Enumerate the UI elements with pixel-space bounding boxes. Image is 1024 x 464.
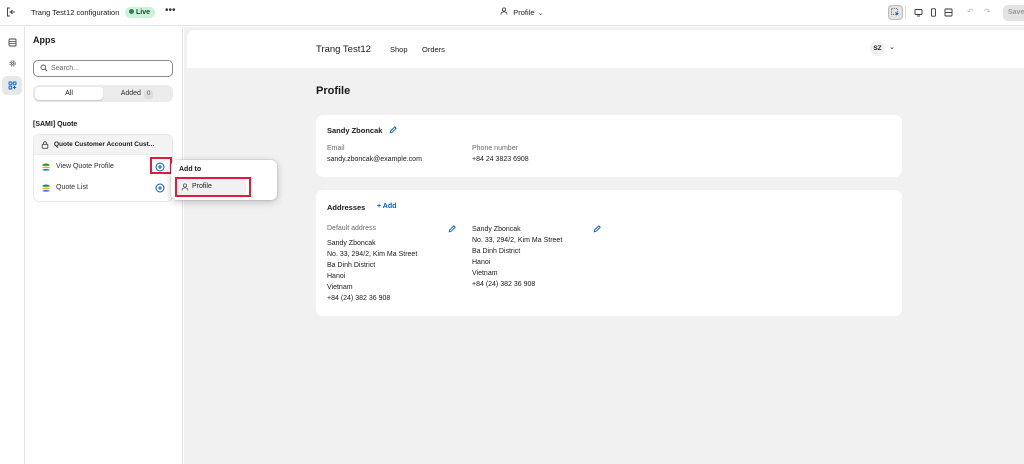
app-group-title: [SAMI] Quote <box>33 121 78 128</box>
app-logo-icon <box>41 183 51 193</box>
address-country: Vietnam <box>327 284 353 291</box>
inspector-toggle-button[interactable] <box>888 5 903 20</box>
email-value: sandy.zboncak@example.com <box>327 156 422 163</box>
top-bar: Trang Test12 configuration Live ••• Prof… <box>0 0 1024 26</box>
address-city: Hanoi <box>327 273 346 280</box>
search-icon <box>40 64 48 74</box>
address-country: Vietnam <box>472 270 498 277</box>
customer-card: Sandy Zboncak Email sandy.zboncak@exampl… <box>316 115 902 177</box>
store-header: Trang Test12 Shop Orders SZ ⌄ <box>187 30 1024 68</box>
address-phone: +84 (24) 382 36 908 <box>472 281 536 288</box>
store-name[interactable]: Trang Test12 <box>316 44 371 55</box>
phone-label: Phone number <box>472 145 518 152</box>
mobile-icon <box>931 8 936 17</box>
panel-title: Apps <box>33 35 56 45</box>
address-name: Sandy Zboncak <box>327 240 376 247</box>
exit-icon[interactable] <box>6 7 18 19</box>
page-selector[interactable]: Profile ⌄ <box>500 7 543 17</box>
default-address: Sandy Zboncak No. 33, 294/2, Kim Ma Stre… <box>327 238 417 304</box>
desktop-view-button[interactable] <box>911 5 926 20</box>
more-actions-button[interactable]: ••• <box>165 5 176 16</box>
apps-panel: Apps All Added0 [SAMI] Quote Quote Custo… <box>26 27 183 464</box>
default-address-label: Default address <box>327 225 377 232</box>
mobile-view-button[interactable] <box>926 5 941 20</box>
status-badge: Live <box>125 7 156 18</box>
add-address-link[interactable]: + Add <box>377 203 396 210</box>
highlight-annotation <box>175 177 251 197</box>
address-line1: No. 33, 294/2, Kim Ma Street <box>327 251 418 258</box>
list-item[interactable]: Quote List <box>34 178 172 198</box>
search-input[interactable] <box>51 63 169 74</box>
popover-title: Add to <box>179 166 202 173</box>
address-name: Sandy Zboncak <box>472 226 521 233</box>
apps-filter-tabs: All Added 0 <box>33 85 173 102</box>
phone-value: +84 24 3823 6908 <box>472 156 529 163</box>
person-icon <box>500 7 510 17</box>
address-line1: No. 33, 294/2, Kim Ma Street <box>472 237 563 244</box>
page-title: Profile <box>316 85 351 97</box>
editor-icon-rail <box>0 27 25 464</box>
search-field[interactable] <box>33 60 173 77</box>
nav-link-orders[interactable]: Orders <box>422 45 445 54</box>
apps-nav-button[interactable] <box>2 76 22 95</box>
customer-name: Sandy Zboncak <box>327 126 383 135</box>
settings-nav-button[interactable] <box>2 54 22 73</box>
toolbar-divider <box>905 6 906 19</box>
store-preview: Trang Test12 Shop Orders SZ ⌄ Profile Sa… <box>187 30 1024 464</box>
block-label: View Quote Profile <box>56 163 114 170</box>
address-city: Hanoi <box>472 259 491 266</box>
redo-icon[interactable]: ↷ <box>984 7 991 16</box>
sections-icon <box>8 38 16 47</box>
nav-link-shop[interactable]: Shop <box>390 45 408 54</box>
desktop-icon <box>914 9 923 17</box>
block-label: Quote List <box>56 184 88 191</box>
sections-nav-button[interactable] <box>2 33 22 52</box>
pencil-icon[interactable] <box>389 126 397 134</box>
apps-icon <box>8 81 16 90</box>
full-width-icon <box>944 8 953 17</box>
status-label: Live <box>136 9 151 16</box>
tab-added-label: Added <box>120 90 141 97</box>
save-button[interactable]: Save <box>1003 5 1024 21</box>
address-line2: Ba Dinh District <box>327 262 376 269</box>
page-selector-label: Profile <box>513 8 535 17</box>
fullscreen-view-button[interactable] <box>941 5 956 20</box>
avatar[interactable]: SZ <box>870 41 885 56</box>
tab-all[interactable]: All <box>35 87 103 100</box>
undo-icon[interactable]: ↶ <box>967 7 974 16</box>
theme-title: Trang Test12 configuration <box>31 8 120 17</box>
second-address: Sandy Zboncak No. 33, 294/2, Kim Ma Stre… <box>472 224 562 290</box>
app-card-header: Quote Customer Account Cust... <box>34 135 172 155</box>
addresses-card: Addresses + Add Default address Sandy Zb… <box>316 190 902 316</box>
email-label: Email <box>327 145 345 152</box>
gear-icon <box>8 60 16 67</box>
status-dot-icon <box>129 9 134 14</box>
lock-icon <box>41 141 49 151</box>
app-logo-icon <box>41 162 51 172</box>
addresses-title: Addresses <box>327 203 366 212</box>
chevron-down-icon[interactable]: ⌄ <box>889 43 895 51</box>
chevron-down-icon: ⌄ <box>537 10 544 17</box>
app-name: Quote Customer Account Cust... <box>54 141 155 148</box>
added-count-badge: 0 <box>143 90 154 99</box>
address-phone: +84 (24) 382 36 908 <box>327 295 391 302</box>
select-icon <box>891 8 899 16</box>
pencil-icon[interactable] <box>448 225 456 233</box>
add-circle-icon[interactable] <box>155 183 165 193</box>
address-line2: Ba Dinh District <box>472 248 521 255</box>
pencil-icon[interactable] <box>593 225 601 233</box>
highlight-annotation <box>150 157 172 174</box>
tab-added[interactable]: Added 0 <box>103 87 171 100</box>
